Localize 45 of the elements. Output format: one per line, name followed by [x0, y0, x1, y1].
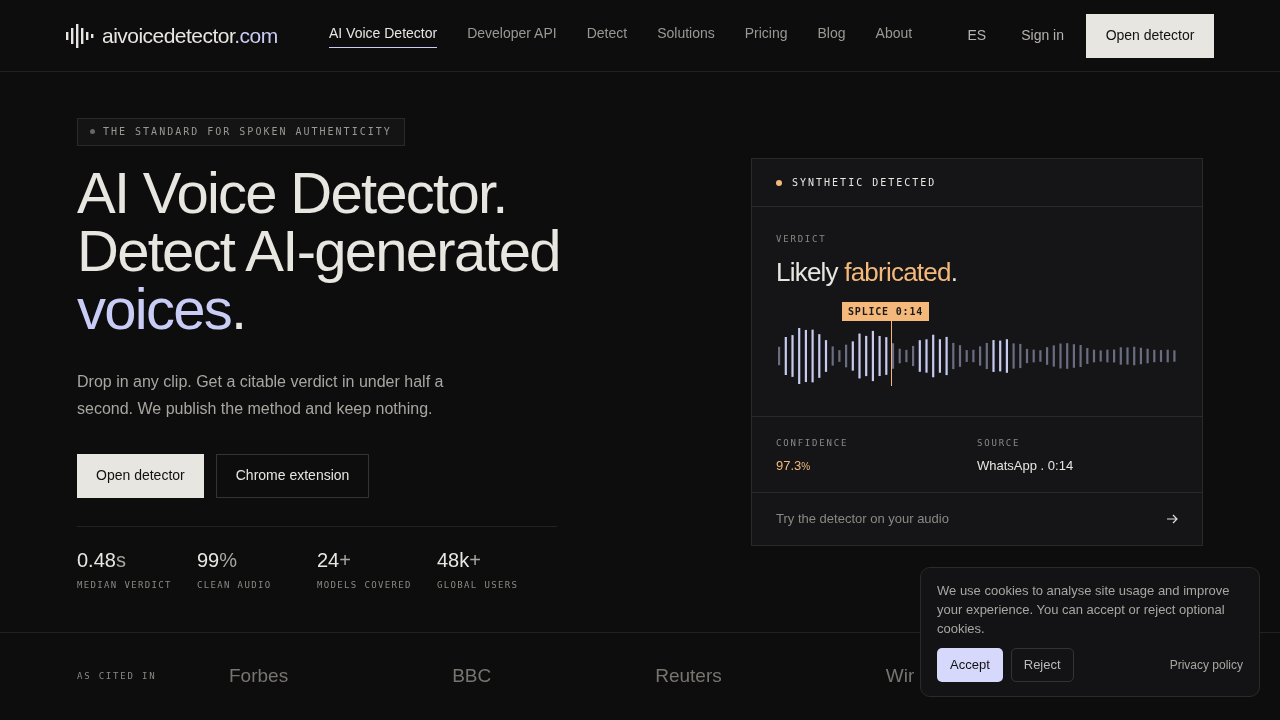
- hero-description: Drop in any clip. Get a citable verdict in under half a second. We publish the method and keep nothing.: [77, 371, 445, 419]
- verdict-label: VERDICT: [776, 233, 828, 246]
- sign-in-link[interactable]: Sign in: [1021, 25, 1064, 46]
- stat-value: 24+: [317, 547, 352, 573]
- outlet-name: BBC: [452, 664, 492, 689]
- chrome-extension-button[interactable]: Chrome extension: [215, 453, 370, 498]
- nav-link[interactable]: Detect: [586, 23, 628, 48]
- reject-button[interactable]: Reject: [1010, 648, 1074, 682]
- arrow-right-icon: [1166, 514, 1178, 524]
- verdict-text: Likely fabricated.: [776, 255, 959, 289]
- stat-label: MEDIAN VERDICT: [77, 578, 173, 592]
- nav-link[interactable]: Developer API: [467, 23, 557, 48]
- nav-link[interactable]: Solutions: [657, 23, 715, 48]
- try-detector-link[interactable]: Try the detector on your audio: [752, 493, 1202, 545]
- outlet-name: Forbes: [229, 664, 289, 689]
- eyebrow-tag: THE STANDARD FOR SPOKEN AUTHENTICITY: [77, 117, 405, 146]
- stat-value: 99%: [197, 547, 239, 573]
- confidence-value: 97.3%: [776, 456, 812, 475]
- status-label: SYNTHETIC DETECTED: [792, 176, 937, 190]
- stat-label: GLOBAL USERS: [437, 578, 520, 592]
- stat-label: MODELS COVERED: [317, 578, 413, 592]
- accept-button[interactable]: Accept: [937, 648, 1003, 682]
- source-label: SOURCE: [977, 437, 1022, 450]
- privacy-policy-link[interactable]: Privacy policy: [1169, 656, 1243, 674]
- splice-marker: [891, 319, 892, 386]
- outlet-name: Wir: [885, 664, 915, 689]
- nav-link[interactable]: Pricing: [744, 23, 788, 48]
- open-detector-button[interactable]: Open detector: [1086, 13, 1214, 58]
- stat-value: 48k+: [437, 547, 482, 573]
- outlet-name: Reuters: [655, 664, 722, 689]
- hero-title: AI Voice Detector. Detect AI-generated voices.: [77, 163, 561, 338]
- stat-value: 0.48s: [77, 547, 127, 573]
- open-detector-button[interactable]: Open detector: [77, 453, 204, 498]
- language-switcher[interactable]: ES: [967, 25, 987, 46]
- site-logo[interactable]: aivoicedetector.com: [102, 19, 278, 52]
- nav-link[interactable]: Blog: [817, 23, 846, 48]
- cited-label: AS CITED IN: [77, 669, 158, 683]
- confidence-label: CONFIDENCE: [776, 437, 850, 450]
- nav-link[interactable]: About: [875, 23, 913, 48]
- nav-link[interactable]: AI Voice Detector: [329, 23, 438, 48]
- stat-label: CLEAN AUDIO: [197, 578, 273, 592]
- waveform-logo-icon: [66, 23, 94, 48]
- cookie-message: We use cookies to analyse site usage and improve your experience. You can accept or reject optional cookies.: [937, 582, 1231, 638]
- source-value: WhatsApp . 0:14: [977, 456, 1075, 475]
- splice-tag: SPLICE 0:14: [842, 301, 930, 321]
